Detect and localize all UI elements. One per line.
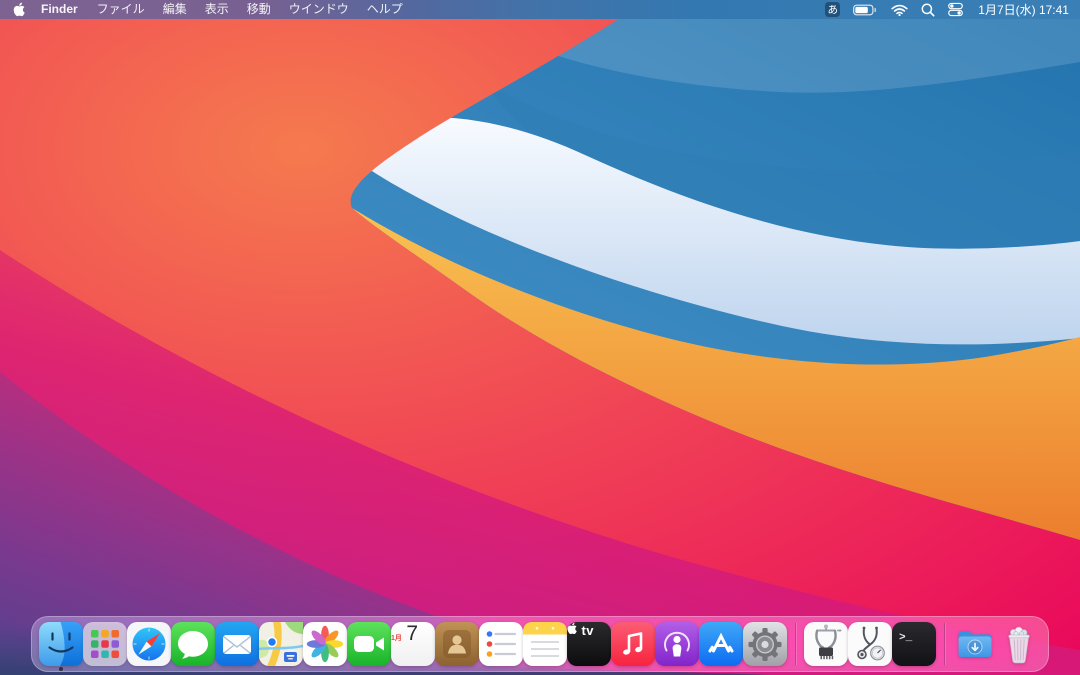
dock-divider xyxy=(944,623,945,665)
control-center-icon[interactable] xyxy=(948,2,964,17)
dock-item-app-store[interactable] xyxy=(699,622,743,666)
dock-item-calendar[interactable]: 1月 7 xyxy=(391,622,435,666)
dock-item-system-preferences[interactable] xyxy=(743,622,787,666)
finder-icon xyxy=(39,622,83,666)
desktop-wallpaper xyxy=(0,0,1080,675)
contacts-icon xyxy=(435,622,479,666)
dock-item-podcasts[interactable] xyxy=(655,622,699,666)
messages-icon xyxy=(171,622,215,666)
menu-item-help[interactable]: ヘルプ xyxy=(358,0,412,19)
mail-icon xyxy=(215,622,259,666)
apple-logo-glyph xyxy=(567,622,577,635)
dock-item-downloads[interactable] xyxy=(953,622,997,666)
facetime-icon xyxy=(347,622,391,666)
app-menu-finder[interactable]: Finder xyxy=(31,0,88,19)
menu-item-view[interactable]: 表示 xyxy=(196,0,238,19)
notes-icon xyxy=(523,622,567,666)
dock-item-utility-calipers[interactable] xyxy=(804,622,848,666)
dock-item-mail[interactable] xyxy=(215,622,259,666)
dock-item-music[interactable] xyxy=(611,622,655,666)
spotlight-search-icon[interactable] xyxy=(921,3,935,17)
trash-full-icon xyxy=(1008,626,1030,664)
maps-icon xyxy=(259,622,303,666)
dock-item-contacts[interactable] xyxy=(435,622,479,666)
input-source-icon[interactable]: あ xyxy=(825,2,841,17)
dock-item-launchpad[interactable] xyxy=(83,622,127,666)
menu-item-go[interactable]: 移動 xyxy=(238,0,280,19)
launchpad-icon xyxy=(83,622,127,666)
dock-item-terminal[interactable]: >_ xyxy=(892,622,936,666)
menu-bar-left: Finder ファイル 編集 表示 移動 ウインドウ ヘルプ xyxy=(11,0,412,19)
downloads-folder-icon xyxy=(958,631,992,657)
dock-item-photos[interactable] xyxy=(303,622,347,666)
running-indicator-dot xyxy=(59,667,63,671)
terminal-icon: >_ xyxy=(892,622,936,666)
dock-item-notes[interactable] xyxy=(523,622,567,666)
menu-item-file[interactable]: ファイル xyxy=(88,0,154,19)
menu-item-edit[interactable]: 編集 xyxy=(154,0,196,19)
calendar-month-label: 1月 xyxy=(391,635,402,642)
menu-bar-clock[interactable]: 1月7日(水) 17:41 xyxy=(976,1,1069,18)
reminders-icon xyxy=(479,622,523,666)
stethoscope-icon xyxy=(848,622,892,666)
dock: 1月 7 tv >_ xyxy=(31,616,1049,672)
battery-icon[interactable] xyxy=(853,4,878,16)
dock-item-messages[interactable] xyxy=(171,622,215,666)
photos-icon xyxy=(303,622,347,666)
dock-item-utility-stethoscope[interactable] xyxy=(848,622,892,666)
music-icon xyxy=(611,622,655,666)
tv-label: tv xyxy=(581,623,595,638)
app-store-icon xyxy=(699,622,743,666)
dock-item-reminders[interactable] xyxy=(479,622,523,666)
dock-item-facetime[interactable] xyxy=(347,622,391,666)
apple-menu-icon[interactable] xyxy=(11,2,31,17)
dock-item-maps[interactable] xyxy=(259,622,303,666)
calendar-icon: 1月 7 xyxy=(391,622,435,666)
wifi-icon[interactable] xyxy=(891,4,908,16)
terminal-prompt-glyph: >_ xyxy=(899,632,913,644)
podcasts-icon xyxy=(655,622,699,666)
calendar-day-label: 7 xyxy=(406,622,419,645)
menu-bar: Finder ファイル 編集 表示 移動 ウインドウ ヘルプ あ 1月7日(水)… xyxy=(0,0,1080,19)
calipers-chip-icon xyxy=(804,622,848,666)
dock-item-finder[interactable] xyxy=(39,622,83,671)
menu-bar-status: あ 1月7日(水) 17:41 xyxy=(825,0,1069,19)
dock-divider xyxy=(795,623,796,665)
dock-item-trash[interactable] xyxy=(997,622,1041,666)
dock-item-tv[interactable]: tv xyxy=(567,622,611,666)
dock-item-safari[interactable] xyxy=(127,622,171,666)
apple-tv-icon: tv xyxy=(567,622,611,666)
menu-item-window[interactable]: ウインドウ xyxy=(280,0,358,19)
system-preferences-icon xyxy=(743,622,787,666)
safari-icon xyxy=(127,622,171,666)
